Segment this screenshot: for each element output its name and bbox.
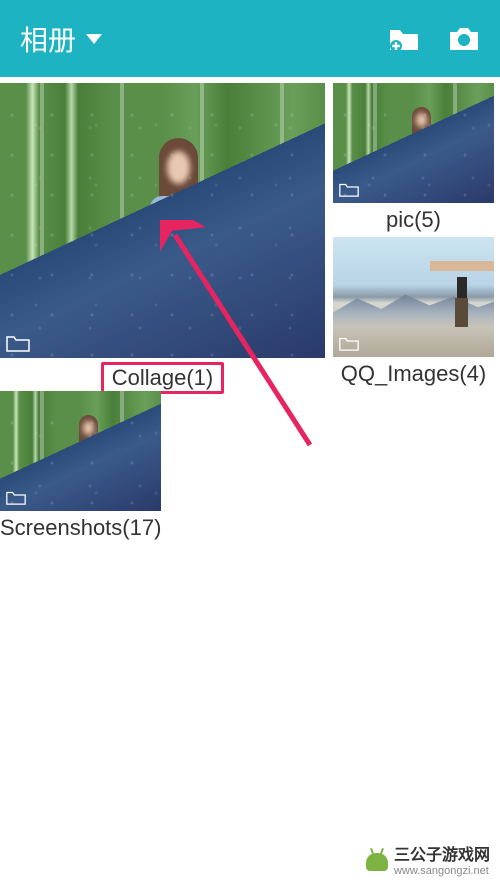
album-thumbnail xyxy=(0,391,161,511)
header-title: 相册 xyxy=(20,19,76,59)
album-screenshots[interactable]: Screenshots(17) xyxy=(0,391,161,545)
album-thumbnail xyxy=(0,83,325,358)
new-folder-button[interactable] xyxy=(388,26,420,52)
album-thumbnail xyxy=(333,83,494,203)
watermark-url: www.sangongzi.net xyxy=(394,865,490,877)
android-icon xyxy=(366,853,388,871)
album-grid: Collage(1) pic(5) QQ_Images(4) xyxy=(0,77,500,89)
watermark-text: 三公子游戏网 xyxy=(394,847,490,865)
folder-icon xyxy=(339,182,359,197)
watermark: 三公子游戏网 www.sangongzi.net xyxy=(366,847,490,877)
folder-icon xyxy=(339,336,359,351)
album-collage[interactable]: Collage(1) xyxy=(0,83,325,398)
app-header: 相册 xyxy=(0,0,500,77)
album-label: Screenshots(17) xyxy=(0,511,161,545)
chevron-down-icon xyxy=(86,34,102,44)
folder-icon xyxy=(6,490,26,505)
album-label: QQ_Images(4) xyxy=(333,357,494,391)
album-label: pic(5) xyxy=(333,203,494,237)
album-selector[interactable]: 相册 xyxy=(20,19,102,59)
camera-button[interactable] xyxy=(448,26,480,52)
folder-icon xyxy=(6,334,30,352)
album-thumbnail xyxy=(333,237,494,357)
album-qqimages[interactable]: QQ_Images(4) xyxy=(333,237,494,391)
album-pic[interactable]: pic(5) xyxy=(333,83,494,237)
highlight-annotation: Collage(1) xyxy=(101,362,225,394)
